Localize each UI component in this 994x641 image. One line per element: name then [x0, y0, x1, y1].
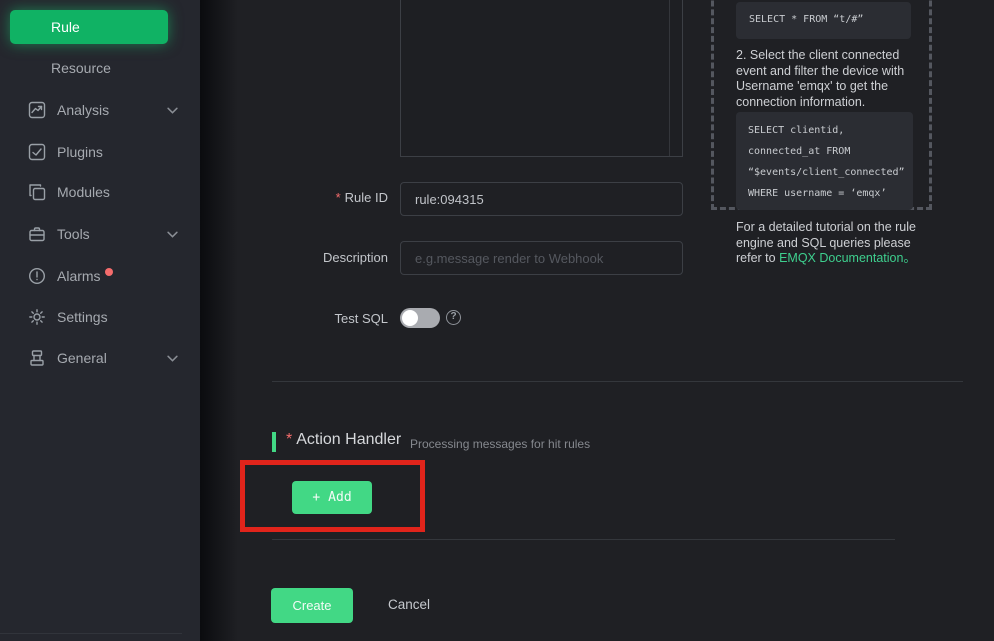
action-area-divider — [272, 539, 895, 540]
sidebar: Rule Resource Analysis Plugins — [0, 0, 200, 641]
sidebar-item-label: Analysis — [57, 93, 109, 127]
modules-stack-icon — [28, 183, 46, 201]
general-structure-icon — [28, 349, 46, 367]
rule-id-label: *Rule ID — [238, 190, 388, 205]
test-sql-label: Test SQL — [238, 311, 388, 326]
emqx-documentation-link[interactable]: EMQX Documentation — [779, 251, 903, 265]
sidebar-item-label: Settings — [57, 300, 108, 334]
question-help-icon[interactable]: ? — [446, 310, 461, 325]
sidebar-item-label: Rule — [51, 19, 80, 35]
sidebar-item-label: Modules — [57, 175, 110, 209]
chevron-down-icon — [167, 231, 178, 238]
sidebar-item-tools[interactable]: Tools — [0, 217, 200, 251]
rule-id-input[interactable] — [400, 182, 683, 216]
sidebar-item-alarms[interactable]: Alarms — [0, 259, 200, 293]
sidebar-item-resource[interactable]: Resource — [0, 51, 200, 85]
chevron-down-icon — [167, 355, 178, 362]
required-asterisk: * — [286, 431, 292, 448]
sql-example-client-connected: SELECT clientid, connected_at FROM “$eve… — [736, 112, 913, 210]
required-asterisk: * — [336, 190, 341, 205]
sidebar-item-rule[interactable]: Rule — [10, 10, 168, 44]
create-button[interactable]: Create — [271, 588, 353, 623]
sql-example-basic: SELECT * FROM “t/#” — [736, 2, 911, 39]
emqx-dashboard-rule-create-page: Rule Resource Analysis Plugins — [0, 0, 994, 641]
sidebar-shadow — [200, 0, 238, 641]
sidebar-item-label: Tools — [57, 217, 90, 251]
help-step2-text: 2. Select the client connected event and… — [736, 48, 932, 110]
settings-gear-icon — [28, 308, 46, 326]
cancel-button[interactable]: Cancel — [388, 597, 430, 612]
description-input[interactable] — [400, 241, 683, 275]
sidebar-item-label: General — [57, 341, 107, 375]
sidebar-item-general[interactable]: General — [0, 341, 200, 375]
action-handler-subtitle: Processing messages for hit rules — [410, 437, 590, 451]
section-divider — [272, 381, 963, 382]
description-label: Description — [238, 250, 388, 265]
sql-editor-scrollbar-track[interactable] — [669, 0, 670, 156]
help-tutorial-text: For a detailed tutorial on the rule engi… — [736, 220, 932, 267]
sidebar-item-label: Resource — [51, 51, 111, 85]
chevron-down-icon — [167, 107, 178, 114]
annotation-highlight-box — [240, 460, 425, 532]
sidebar-item-plugins[interactable]: Plugins — [0, 135, 200, 169]
rule-sql-editor[interactable] — [400, 0, 683, 157]
link-suffix: 。 — [903, 251, 916, 265]
alarm-badge-dot — [105, 268, 113, 276]
sidebar-bottom-divider — [0, 633, 182, 634]
analysis-chart-icon — [28, 101, 46, 119]
toggle-knob — [402, 310, 418, 326]
sidebar-item-modules[interactable]: Modules — [0, 175, 200, 209]
tools-briefcase-icon — [28, 225, 46, 243]
sidebar-item-label: Plugins — [57, 135, 103, 169]
action-handler-title: *Action Handler — [286, 431, 401, 449]
section-accent-bar — [272, 432, 276, 452]
sidebar-item-settings[interactable]: Settings — [0, 300, 200, 334]
test-sql-toggle[interactable] — [400, 308, 440, 328]
sidebar-item-label: Alarms — [57, 259, 101, 293]
alarms-warning-circle-icon — [28, 267, 46, 285]
sidebar-item-analysis[interactable]: Analysis — [0, 93, 200, 127]
plugins-check-square-icon — [28, 143, 46, 161]
